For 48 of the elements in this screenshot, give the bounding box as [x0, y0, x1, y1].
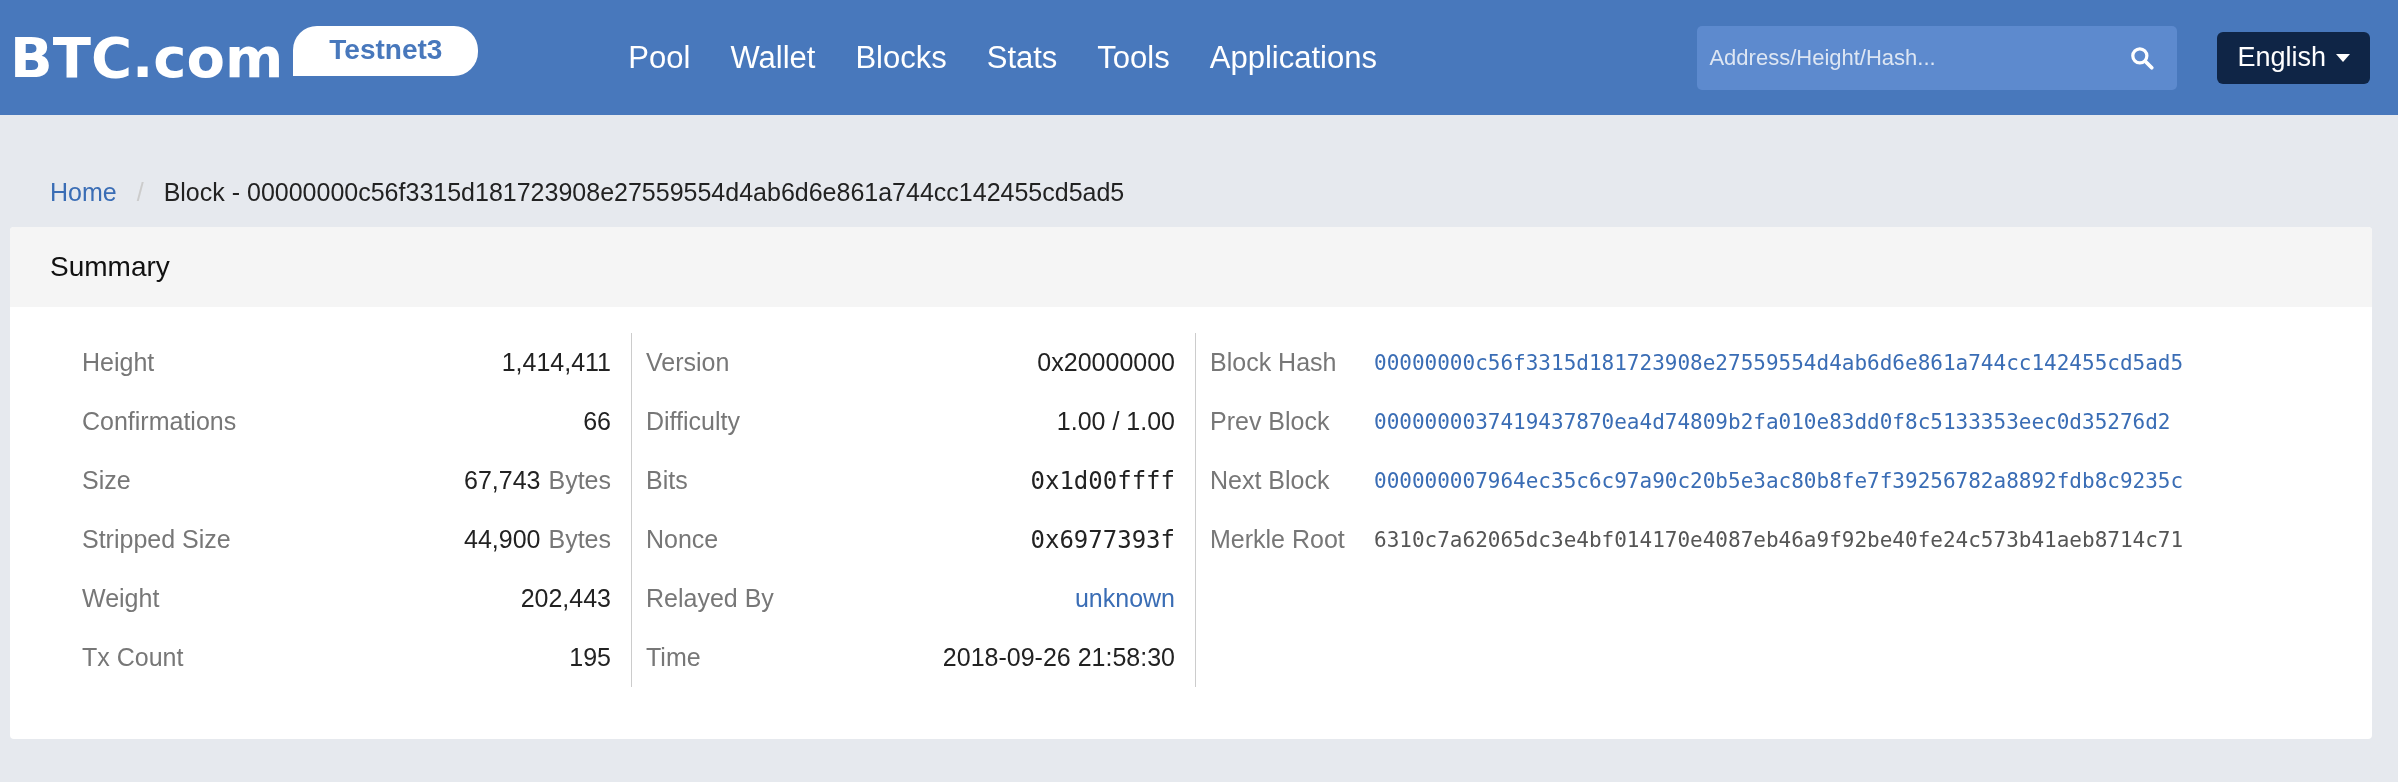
breadcrumb-current: Block - 00000000c56f3315d181723908e27559554d4ab6d6e861a744cc142455cd5ad5	[163, 177, 1125, 207]
field-label: Height	[82, 348, 155, 377]
field-label: Nonce	[646, 525, 719, 554]
panel-title: Summary	[50, 251, 170, 283]
field-value: 1,414,411	[501, 348, 611, 377]
breadcrumb-separator: /	[136, 177, 144, 207]
field-label: Prev Block	[1210, 407, 1331, 436]
value-link[interactable]: 00000000c56f3315d181723908e27559554d4ab6d6e861a744cc142455cd5ad5	[1374, 350, 2184, 375]
field-value: 67,743 Bytes	[464, 466, 611, 495]
field-value: 44,900 Bytes	[464, 525, 611, 554]
field-label: Difficulty	[646, 407, 740, 436]
field-value: 66	[583, 407, 611, 436]
language-dropdown[interactable]: English	[2217, 31, 2370, 84]
field-value: 195	[569, 643, 611, 672]
field-value: 1.00 / 1.00	[1056, 407, 1175, 436]
field-value: 0x20000000	[1037, 348, 1175, 377]
logo[interactable]: BTC.com	[10, 25, 284, 90]
field-label: Bits	[646, 466, 688, 495]
nav-link[interactable]: Blocks	[855, 39, 947, 76]
field-label: Confirmations	[82, 407, 237, 436]
field-value: 202,443	[520, 584, 611, 613]
network-badge: Testnet3	[293, 25, 479, 76]
value-link[interactable]: 0000000037419437870ea4d74809b2fa010e83dd0f8c5133353eec0d35276d2	[1374, 409, 2171, 434]
nav-link[interactable]: Tools	[1097, 39, 1170, 76]
field-label: Next Block	[1210, 466, 1331, 495]
nav-link[interactable]: Pool	[628, 39, 691, 76]
field-label: Block Hash	[1210, 348, 1338, 377]
field-label: Relayed By	[646, 584, 774, 613]
nav-link[interactable]: Wallet	[730, 39, 816, 76]
field-value: 6310c7a62065dc3e4bf014170e4087eb46a9f92be40fe24c573b41aeb8714c71	[1374, 527, 2184, 552]
field-value: 0x6977393f	[1030, 525, 1175, 554]
field-value: 0x1d00ffff	[1030, 466, 1175, 495]
field-label: Tx Count	[82, 643, 184, 672]
value-link[interactable]: 000000007964ec35c6c97a90c20b5e3ac80b8fe7f39256782a8892fdb8c9235c	[1374, 468, 2184, 493]
caret-icon	[2336, 53, 2350, 62]
breadcrumb-link[interactable]: Home	[50, 177, 117, 207]
search-field[interactable]: Address/Height/Hash...	[1697, 25, 2178, 90]
nav-link[interactable]: Stats	[986, 39, 1058, 76]
field-label: Version	[646, 348, 730, 377]
nav-link[interactable]: Applications	[1209, 39, 1377, 76]
field-label: Time	[646, 643, 701, 672]
field-label: Merkle Root	[1210, 525, 1346, 554]
value-link[interactable]: unknown	[1074, 584, 1175, 613]
field-label: Size	[82, 466, 131, 495]
field-label: Stripped Size	[82, 525, 231, 554]
field-label: Weight	[82, 584, 160, 613]
search-icon[interactable]	[2129, 44, 2156, 71]
field-value: 2018-09-26 21:58:30	[942, 643, 1175, 672]
